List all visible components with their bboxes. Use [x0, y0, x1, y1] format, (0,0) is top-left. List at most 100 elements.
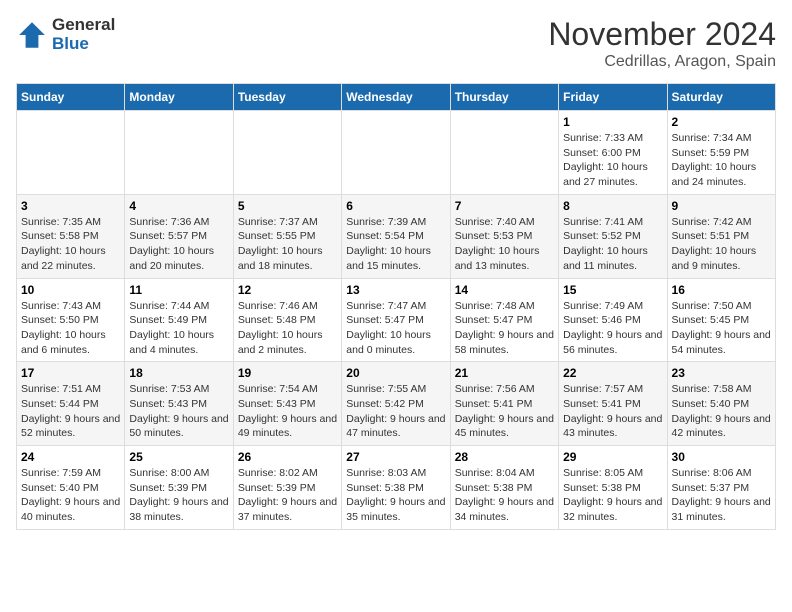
day-info: Sunrise: 7:35 AMSunset: 5:58 PMDaylight:… [21, 215, 120, 274]
day-cell: 19 Sunrise: 7:54 AMSunset: 5:43 PMDayligh… [233, 362, 341, 446]
day-cell: 6 Sunrise: 7:39 AMSunset: 5:54 PMDaylight… [342, 194, 450, 278]
day-number: 2 [672, 115, 771, 129]
day-number: 13 [346, 283, 445, 297]
day-number: 3 [21, 199, 120, 213]
day-info: Sunrise: 7:41 AMSunset: 5:52 PMDaylight:… [563, 215, 662, 274]
page-header: General Blue November 2024 Cedrillas, Ar… [16, 16, 776, 71]
day-cell: 3 Sunrise: 7:35 AMSunset: 5:58 PMDaylight… [17, 194, 125, 278]
day-cell: 15 Sunrise: 7:49 AMSunset: 5:46 PMDayligh… [559, 278, 667, 362]
day-cell [125, 111, 233, 195]
day-cell: 25 Sunrise: 8:00 AMSunset: 5:39 PMDayligh… [125, 446, 233, 530]
day-info: Sunrise: 7:40 AMSunset: 5:53 PMDaylight:… [455, 215, 554, 274]
day-number: 23 [672, 366, 771, 380]
day-info: Sunrise: 7:54 AMSunset: 5:43 PMDaylight:… [238, 382, 337, 441]
calendar-body: 1 Sunrise: 7:33 AMSunset: 6:00 PMDaylight… [17, 111, 776, 530]
day-cell: 11Sunrise: 7:44 AMSunset: 5:49 PMDayligh… [125, 278, 233, 362]
day-number: 4 [129, 199, 228, 213]
logo-blue: Blue [52, 35, 115, 54]
day-info: Sunrise: 7:33 AMSunset: 6:00 PMDaylight:… [563, 131, 662, 190]
day-info: Sunrise: 8:00 AMSunset: 5:39 PMDaylight:… [129, 466, 228, 525]
day-number: 24 [21, 450, 120, 464]
day-info: Sunrise: 7:53 AMSunset: 5:43 PMDaylight:… [129, 382, 228, 441]
logo-icon [16, 19, 48, 51]
week-row-3: 17 Sunrise: 7:51 AMSunset: 5:44 PMDayligh… [17, 362, 776, 446]
day-cell: 8 Sunrise: 7:41 AMSunset: 5:52 PMDaylight… [559, 194, 667, 278]
day-number: 18 [129, 366, 228, 380]
title-area: November 2024 Cedrillas, Aragon, Spain [548, 16, 776, 71]
day-cell: 20 Sunrise: 7:55 AMSunset: 5:42 PMDayligh… [342, 362, 450, 446]
day-info: Sunrise: 8:06 AMSunset: 5:37 PMDaylight:… [672, 466, 771, 525]
day-number: 26 [238, 450, 337, 464]
day-number: 27 [346, 450, 445, 464]
day-cell: 24 Sunrise: 7:59 AMSunset: 5:40 PMDayligh… [17, 446, 125, 530]
day-cell: 9Sunrise: 7:42 AMSunset: 5:51 PMDaylight… [667, 194, 775, 278]
day-cell: 21Sunrise: 7:56 AMSunset: 5:41 PMDayligh… [450, 362, 558, 446]
day-info: Sunrise: 7:36 AMSunset: 5:57 PMDaylight:… [129, 215, 228, 274]
day-number: 19 [238, 366, 337, 380]
day-cell: 29 Sunrise: 8:05 AMSunset: 5:38 PMDayligh… [559, 446, 667, 530]
day-info: Sunrise: 7:49 AMSunset: 5:46 PMDaylight:… [563, 299, 662, 358]
day-info: Sunrise: 8:05 AMSunset: 5:38 PMDaylight:… [563, 466, 662, 525]
day-number: 14 [455, 283, 554, 297]
day-cell: 7 Sunrise: 7:40 AMSunset: 5:53 PMDaylight… [450, 194, 558, 278]
day-cell: 18 Sunrise: 7:53 AMSunset: 5:43 PMDayligh… [125, 362, 233, 446]
day-info: Sunrise: 7:34 AMSunset: 5:59 PMDaylight:… [672, 131, 771, 190]
day-number: 30 [672, 450, 771, 464]
day-cell: 10 Sunrise: 7:43 AMSunset: 5:50 PMDayligh… [17, 278, 125, 362]
day-number: 5 [238, 199, 337, 213]
day-cell: 28 Sunrise: 8:04 AMSunset: 5:38 PMDayligh… [450, 446, 558, 530]
header-sunday: Sunday [17, 84, 125, 111]
location: Cedrillas, Aragon, Spain [548, 53, 776, 71]
day-number: 9 [672, 199, 771, 213]
header-thursday: Thursday [450, 84, 558, 111]
logo-general: General [52, 16, 115, 35]
day-cell: 16 Sunrise: 7:50 AMSunset: 5:45 PMDayligh… [667, 278, 775, 362]
day-number: 1 [563, 115, 662, 129]
header-row: SundayMondayTuesdayWednesdayThursdayFrid… [17, 84, 776, 111]
day-info: Sunrise: 7:55 AMSunset: 5:42 PMDaylight:… [346, 382, 445, 441]
calendar-table: SundayMondayTuesdayWednesdayThursdayFrid… [16, 83, 776, 530]
month-title: November 2024 [548, 16, 776, 53]
day-info: Sunrise: 7:43 AMSunset: 5:50 PMDaylight:… [21, 299, 120, 358]
day-cell [342, 111, 450, 195]
day-info: Sunrise: 7:50 AMSunset: 5:45 PMDaylight:… [672, 299, 771, 358]
day-info: Sunrise: 7:58 AMSunset: 5:40 PMDaylight:… [672, 382, 771, 441]
day-number: 16 [672, 283, 771, 297]
header-monday: Monday [125, 84, 233, 111]
day-cell: 26Sunrise: 8:02 AMSunset: 5:39 PMDayligh… [233, 446, 341, 530]
day-number: 25 [129, 450, 228, 464]
day-number: 17 [21, 366, 120, 380]
day-info: Sunrise: 7:51 AMSunset: 5:44 PMDaylight:… [21, 382, 120, 441]
day-cell: 4 Sunrise: 7:36 AMSunset: 5:57 PMDaylight… [125, 194, 233, 278]
day-number: 10 [21, 283, 120, 297]
day-info: Sunrise: 7:59 AMSunset: 5:40 PMDaylight:… [21, 466, 120, 525]
day-number: 29 [563, 450, 662, 464]
header-wednesday: Wednesday [342, 84, 450, 111]
day-info: Sunrise: 7:39 AMSunset: 5:54 PMDaylight:… [346, 215, 445, 274]
header-saturday: Saturday [667, 84, 775, 111]
day-cell: 27 Sunrise: 8:03 AMSunset: 5:38 PMDayligh… [342, 446, 450, 530]
day-number: 8 [563, 199, 662, 213]
day-cell: 30 Sunrise: 8:06 AMSunset: 5:37 PMDayligh… [667, 446, 775, 530]
day-number: 28 [455, 450, 554, 464]
day-info: Sunrise: 8:04 AMSunset: 5:38 PMDaylight:… [455, 466, 554, 525]
day-info: Sunrise: 7:44 AMSunset: 5:49 PMDaylight:… [129, 299, 228, 358]
logo: General Blue [16, 16, 115, 53]
day-cell: 23 Sunrise: 7:58 AMSunset: 5:40 PMDayligh… [667, 362, 775, 446]
day-number: 6 [346, 199, 445, 213]
day-info: Sunrise: 7:57 AMSunset: 5:41 PMDaylight:… [563, 382, 662, 441]
day-cell: 13Sunrise: 7:47 AMSunset: 5:47 PMDayligh… [342, 278, 450, 362]
day-info: Sunrise: 7:46 AMSunset: 5:48 PMDaylight:… [238, 299, 337, 358]
day-cell: 5Sunrise: 7:37 AMSunset: 5:55 PMDaylight… [233, 194, 341, 278]
day-info: Sunrise: 8:03 AMSunset: 5:38 PMDaylight:… [346, 466, 445, 525]
day-cell: 22Sunrise: 7:57 AMSunset: 5:41 PMDayligh… [559, 362, 667, 446]
day-info: Sunrise: 7:56 AMSunset: 5:41 PMDaylight:… [455, 382, 554, 441]
week-row-1: 3 Sunrise: 7:35 AMSunset: 5:58 PMDaylight… [17, 194, 776, 278]
day-number: 20 [346, 366, 445, 380]
day-info: Sunrise: 7:48 AMSunset: 5:47 PMDaylight:… [455, 299, 554, 358]
day-cell: 2 Sunrise: 7:34 AMSunset: 5:59 PMDaylight… [667, 111, 775, 195]
calendar-header: SundayMondayTuesdayWednesdayThursdayFrid… [17, 84, 776, 111]
day-number: 7 [455, 199, 554, 213]
day-number: 15 [563, 283, 662, 297]
day-cell [233, 111, 341, 195]
